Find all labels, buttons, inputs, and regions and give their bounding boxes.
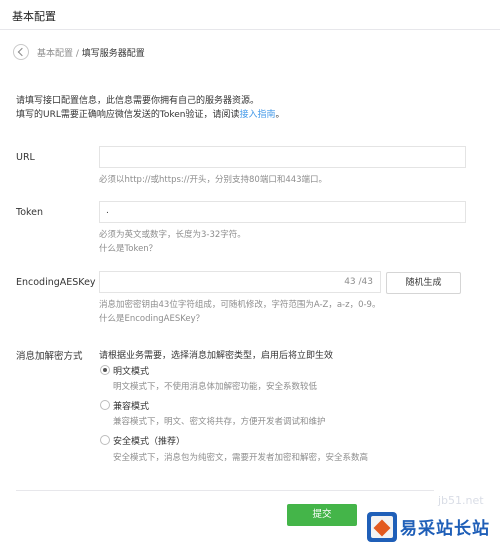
page-title: 基本配置 <box>12 10 56 23</box>
breadcrumb-separator: / <box>73 49 82 59</box>
url-hint: 必须以http://或https://开头，分别支持80端口和443端口。 <box>99 175 328 185</box>
access-guide-link[interactable]: 接入指南 <box>239 110 275 120</box>
watermark-name: 易采站长站 <box>400 519 490 539</box>
intro-line-2-prefix: 填写的URL需要正确响应微信发送的Token验证，请阅读 <box>16 110 240 120</box>
token-help-link[interactable]: 什么是Token？ <box>99 242 157 254</box>
intro-text: 请填写接口配置信息，此信息需要你拥有自己的服务器资源。 填写的URL需要正确响应… <box>16 94 285 122</box>
encryption-mode-label: 消息加解密方式 <box>16 351 83 362</box>
compatible-mode-desc: 兼容模式下，明文、密文将共存，方便开发者调试和维护 <box>113 417 326 427</box>
secure-mode-label[interactable]: 安全模式（推荐） <box>113 434 185 447</box>
plaintext-mode-desc: 明文模式下，不使用消息体加解密功能，安全系数较低 <box>113 382 318 392</box>
secure-mode-desc: 安全模式下，消息包为纯密文，需要开发者加密和解密，安全系数高 <box>113 453 369 463</box>
plaintext-mode-radio[interactable] <box>100 365 110 375</box>
watermark-logo-icon <box>367 512 397 542</box>
footer-divider <box>16 490 434 491</box>
compatible-mode-label[interactable]: 兼容模式 <box>113 399 149 412</box>
token-label: Token <box>16 207 44 218</box>
aes-key-counter: 43 /43 <box>344 277 373 287</box>
secure-mode-radio[interactable] <box>100 435 110 445</box>
url-input[interactable] <box>99 146 466 168</box>
token-input[interactable]: . <box>99 201 466 223</box>
intro-line-1: 请填写接口配置信息，此信息需要你拥有自己的服务器资源。 <box>16 96 260 106</box>
token-input-value: . <box>106 206 109 216</box>
breadcrumb: 基本配置 / 填写服务器配置 <box>37 46 145 59</box>
submit-button[interactable]: 提交 <box>287 504 357 526</box>
watermark-url: jb51.net <box>438 494 484 507</box>
aes-key-input[interactable]: 43 /43 <box>99 271 381 293</box>
random-generate-button[interactable]: 随机生成 <box>386 272 461 294</box>
plaintext-mode-label[interactable]: 明文模式 <box>113 364 149 377</box>
intro-line-2: 填写的URL需要正确响应微信发送的Token验证，请阅读接入指南。 <box>16 108 285 122</box>
encryption-instruction: 请根据业务需要，选择消息加解密类型，启用后将立即生效 <box>99 351 334 361</box>
token-hint: 必须为英文或数字，长度为3-32字符。 <box>99 230 246 240</box>
compatible-mode-radio[interactable] <box>100 400 110 410</box>
aes-key-hint: 消息加密密钥由43位字符组成，可随机修改，字符范围为A-Z，a-z，0-9。 <box>99 300 381 310</box>
back-arrow-icon[interactable] <box>13 44 29 60</box>
url-label: URL <box>16 152 35 163</box>
breadcrumb-parent[interactable]: 基本配置 <box>37 49 73 59</box>
top-bar <box>0 0 500 30</box>
breadcrumb-current: 填写服务器配置 <box>81 49 145 59</box>
intro-line-2-suffix: 。 <box>275 110 285 120</box>
aes-key-label: EncodingAESKey <box>16 277 96 288</box>
aes-key-help-link[interactable]: 什么是EncodingAESKey？ <box>99 312 204 324</box>
